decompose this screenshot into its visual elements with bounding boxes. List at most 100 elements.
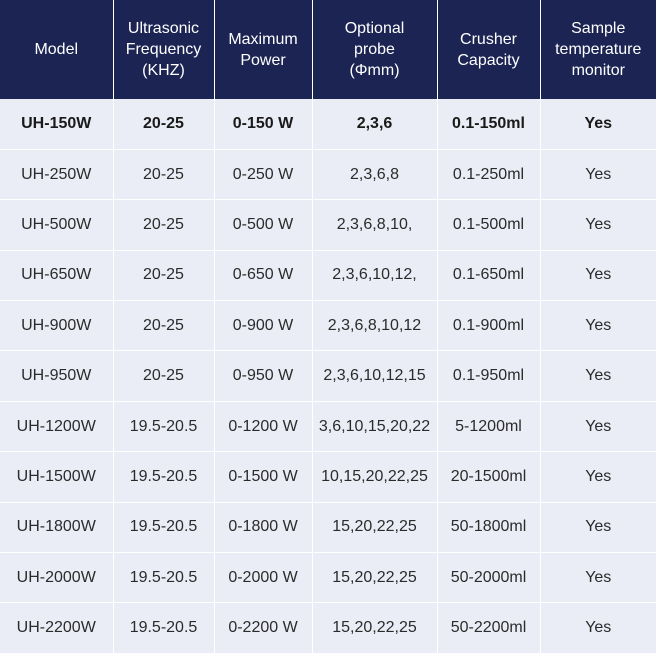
cell-capacity: 0.1-950ml [437, 350, 541, 402]
table-row: UH-1500W 19.5-20.5 0-1500 W 10,15,20,22,… [0, 451, 656, 503]
cell-probe: 2,3,6,10,12, [312, 250, 438, 302]
cell-frequency: 20-25 [113, 250, 215, 302]
cell-capacity: 0.1-500ml [437, 199, 541, 251]
cell-power: 0-1200 W [214, 401, 313, 453]
cell-frequency: 20-25 [113, 300, 215, 352]
header-temperature-monitor: Sample temperature monitor [540, 0, 656, 99]
cell-temperature-monitor: Yes [540, 350, 656, 402]
cell-probe: 2,3,6 [312, 99, 438, 150]
cell-frequency: 19.5-20.5 [113, 451, 215, 503]
table-row: UH-900W 20-25 0-900 W 2,3,6,8,10,12 0.1-… [0, 300, 656, 352]
header-probe: Optional probe (Φmm) [312, 0, 438, 99]
table-row: UH-1800W 19.5-20.5 0-1800 W 15,20,22,25 … [0, 502, 656, 554]
header-line: Sample [571, 20, 626, 37]
cell-power: 0-2000 W [214, 552, 313, 604]
cell-power: 0-650 W [214, 250, 313, 302]
cell-model: UH-1200W [0, 401, 114, 453]
cell-temperature-monitor: Yes [540, 199, 656, 251]
cell-temperature-monitor: Yes [540, 149, 656, 201]
cell-model: UH-650W [0, 250, 114, 302]
table-row: UH-150W 20-25 0-150 W 2,3,6 0.1-150ml Ye… [0, 99, 656, 150]
table-row: UH-950W 20-25 0-950 W 2,3,6,10,12,15 0.1… [0, 350, 656, 402]
table-row: UH-500W 20-25 0-500 W 2,3,6,8,10, 0.1-50… [0, 199, 656, 251]
cell-temperature-monitor: Yes [540, 300, 656, 352]
cell-capacity: 50-2000ml [437, 552, 541, 604]
cell-probe: 2,3,6,8,10, [312, 199, 438, 251]
header-capacity: Crusher Capacity [437, 0, 541, 99]
cell-capacity: 20-1500ml [437, 451, 541, 503]
cell-capacity: 0.1-900ml [437, 300, 541, 352]
cell-probe: 15,20,22,25 [312, 602, 438, 654]
cell-capacity: 50-2200ml [437, 602, 541, 654]
table-row: UH-2200W 19.5-20.5 0-2200 W 15,20,22,25 … [0, 602, 656, 654]
header-line: probe [354, 41, 395, 58]
cell-temperature-monitor: Yes [540, 451, 656, 503]
cell-frequency: 19.5-20.5 [113, 502, 215, 554]
header-power: Maximum Power [214, 0, 313, 99]
cell-power: 0-1800 W [214, 502, 313, 554]
cell-frequency: 19.5-20.5 [113, 602, 215, 654]
header-line: Maximum [228, 30, 298, 48]
header-line: (Φmm) [349, 62, 400, 79]
cell-power: 0-500 W [214, 199, 313, 251]
header-line: monitor [571, 62, 625, 79]
table-header: Model Ultrasonic Frequency (KHZ) Maximum… [0, 0, 656, 99]
header-row: Model Ultrasonic Frequency (KHZ) Maximum… [0, 0, 656, 99]
cell-model: UH-900W [0, 300, 114, 352]
header-line: Crusher [460, 30, 517, 48]
cell-model: UH-500W [0, 199, 114, 251]
cell-probe: 15,20,22,25 [312, 552, 438, 604]
header-frequency: Ultrasonic Frequency (KHZ) [113, 0, 215, 99]
table-row: UH-250W 20-25 0-250 W 2,3,6,8 0.1-250ml … [0, 149, 656, 201]
cell-power: 0-1500 W [214, 451, 313, 503]
cell-power: 0-950 W [214, 350, 313, 402]
header-model: Model [0, 0, 114, 99]
cell-power: 0-900 W [214, 300, 313, 352]
cell-capacity: 0.1-650ml [437, 250, 541, 302]
cell-temperature-monitor: Yes [540, 502, 656, 554]
cell-model: UH-2000W [0, 552, 114, 604]
cell-temperature-monitor: Yes [540, 552, 656, 604]
cell-power: 0-250 W [214, 149, 313, 201]
header-line: Ultrasonic [127, 20, 200, 37]
header-line: Power [240, 51, 286, 69]
cell-frequency: 20-25 [113, 149, 215, 201]
cell-model: UH-150W [0, 99, 114, 150]
cell-model: UH-1500W [0, 451, 114, 503]
cell-model: UH-950W [0, 350, 114, 402]
cell-temperature-monitor: Yes [540, 250, 656, 302]
cell-temperature-monitor: Yes [540, 401, 656, 453]
cell-frequency: 19.5-20.5 [113, 401, 215, 453]
table-row: UH-650W 20-25 0-650 W 2,3,6,10,12, 0.1-6… [0, 250, 656, 302]
cell-capacity: 0.1-150ml [437, 99, 541, 150]
header-line: Capacity [457, 51, 520, 69]
cell-model: UH-2200W [0, 602, 114, 654]
cell-frequency: 20-25 [113, 350, 215, 402]
cell-capacity: 50-1800ml [437, 502, 541, 554]
cell-frequency: 20-25 [113, 199, 215, 251]
cell-probe: 2,3,6,8 [312, 149, 438, 201]
header-line: (KHZ) [142, 62, 185, 79]
cell-probe: 3,6,10,15,20,22 [312, 401, 438, 453]
cell-model: UH-250W [0, 149, 114, 201]
cell-probe: 2,3,6,8,10,12 [312, 300, 438, 352]
cell-probe: 15,20,22,25 [312, 502, 438, 554]
cell-frequency: 19.5-20.5 [113, 552, 215, 604]
header-line: Optional [344, 20, 405, 37]
header-line: Frequency [125, 41, 202, 58]
cell-power: 0-150 W [214, 99, 313, 150]
cell-capacity: 0.1-250ml [437, 149, 541, 201]
cell-probe: 2,3,6,10,12,15 [312, 350, 438, 402]
header-line: temperature [555, 41, 642, 58]
table-row: UH-1200W 19.5-20.5 0-1200 W 3,6,10,15,20… [0, 401, 656, 453]
cell-probe: 10,15,20,22,25 [312, 451, 438, 503]
table-row: UH-2000W 19.5-20.5 0-2000 W 15,20,22,25 … [0, 552, 656, 604]
cell-model: UH-1800W [0, 502, 114, 554]
cell-temperature-monitor: Yes [540, 99, 656, 150]
cell-frequency: 20-25 [113, 99, 215, 150]
header-line: Model [34, 41, 79, 58]
table-body: UH-150W 20-25 0-150 W 2,3,6 0.1-150ml Ye… [0, 99, 656, 654]
cell-capacity: 5-1200ml [437, 401, 541, 453]
spec-table: Model Ultrasonic Frequency (KHZ) Maximum… [0, 0, 656, 654]
cell-power: 0-2200 W [214, 602, 313, 654]
